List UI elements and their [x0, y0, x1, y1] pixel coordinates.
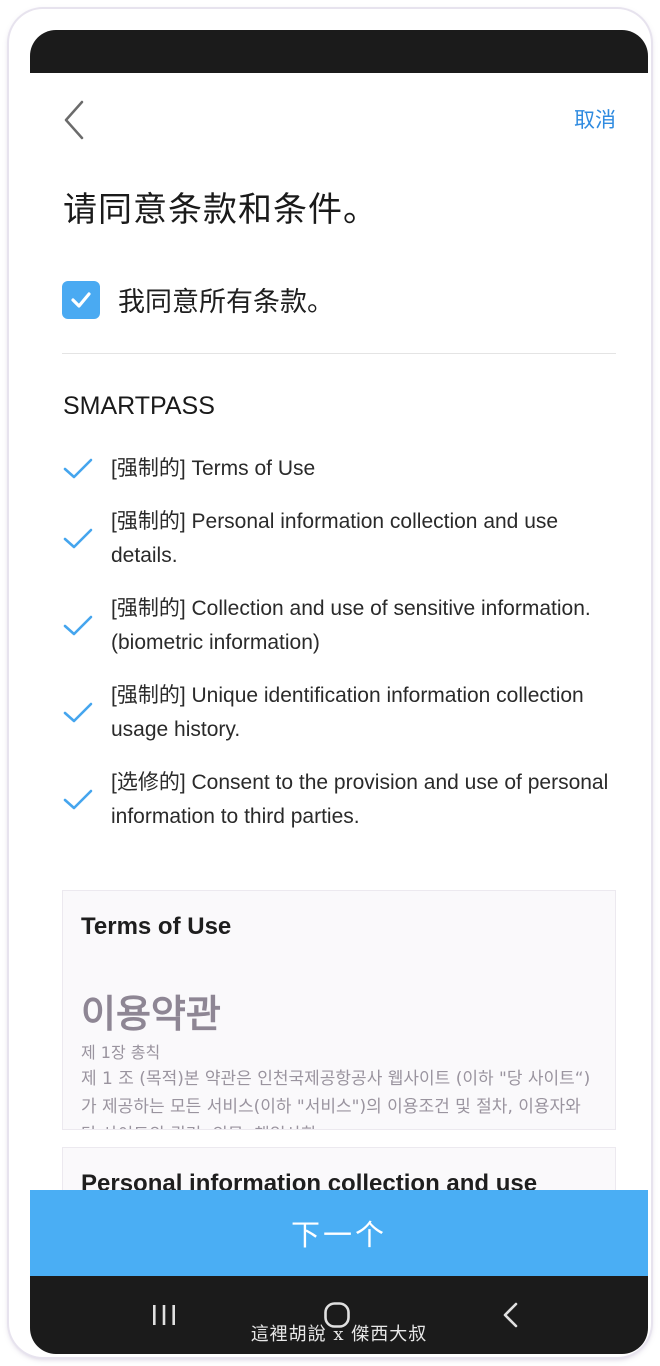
- agree-all-label: 我同意所有条款。: [118, 287, 334, 318]
- term-item-label: [强制的] Personal information collection an…: [111, 510, 559, 567]
- agree-all-option[interactable]: 我同意所有条款。: [62, 280, 334, 319]
- term-item-terms-of-use[interactable]: [强制的] Terms of Use: [62, 452, 622, 486]
- cancel-button[interactable]: 取消: [574, 104, 616, 134]
- divider: [62, 353, 616, 354]
- checkmark-icon: [63, 789, 93, 810]
- screen: 取消 请同意条款和条件。 我同意所有条款。 SMARTPASS [强制的] Te…: [30, 30, 648, 1354]
- card-chapter: 제 1장 총칙: [81, 1043, 161, 1062]
- card-title: Terms of Use: [81, 913, 232, 940]
- section-title: SMARTPASS: [63, 392, 215, 420]
- term-item-sensitive-info[interactable]: [强制的] Collection and use of sensitive in…: [62, 592, 622, 660]
- term-item-third-party[interactable]: [选修的] Consent to the provision and use o…: [62, 766, 622, 834]
- term-item-label: [强制的] Unique identification information …: [111, 684, 584, 741]
- term-item-personal-info[interactable]: [强制的] Personal information collection an…: [62, 505, 622, 573]
- terms-of-use-card[interactable]: Terms of Use 이용약관 제 1장 총칙 제 1 조 (목적)본 약관…: [62, 890, 616, 1130]
- checkbox-checked-icon[interactable]: [62, 280, 100, 319]
- status-bar: [30, 30, 648, 73]
- chevron-left-icon: [64, 100, 84, 140]
- checkmark-icon: [63, 458, 93, 479]
- term-item-label: [选修的] Consent to the provision and use o…: [111, 771, 609, 828]
- page-title: 请同意条款和条件。: [63, 190, 378, 230]
- back-button[interactable]: [58, 98, 94, 142]
- checkmark-icon: [63, 702, 93, 723]
- term-item-unique-id[interactable]: [强制的] Unique identification information …: [62, 679, 622, 747]
- card-heading: 이용약관: [81, 992, 221, 1036]
- next-button[interactable]: 下一个: [30, 1190, 648, 1276]
- term-item-label: [强制的] Collection and use of sensitive in…: [111, 597, 591, 654]
- card-body-text: 제 1 조 (목적)본 약관은 인천국제공항공사 웹사이트 (이하 "당 사이트…: [81, 1069, 591, 1129]
- device-frame: 取消 请同意条款和条件。 我同意所有条款。 SMARTPASS [强制的] Te…: [9, 9, 651, 1357]
- watermark: 這裡胡說 x 傑西大叔: [250, 1324, 428, 1345]
- checkmark-icon: [63, 615, 93, 636]
- checkmark-icon: [63, 528, 93, 549]
- term-item-label: [强制的] Terms of Use: [111, 457, 316, 480]
